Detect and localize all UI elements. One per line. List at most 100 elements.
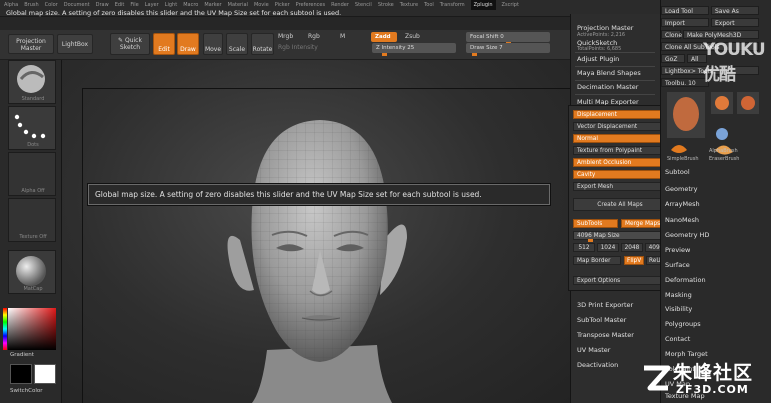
menu-masking[interactable]: Masking: [665, 291, 692, 299]
menu-stroke[interactable]: Stroke: [378, 0, 394, 10]
menu-surface[interactable]: Surface: [665, 261, 690, 269]
subtools-toggle[interactable]: SubTools: [573, 219, 618, 228]
material-selector[interactable]: MatCap: [8, 250, 56, 294]
plugin-transpose-master[interactable]: Transpose Master: [577, 331, 634, 339]
export-button[interactable]: Export: [711, 18, 759, 27]
flipv-toggle[interactable]: FlipV: [624, 256, 644, 265]
quick-sketch-button[interactable]: ✎ Quick Sketch: [110, 33, 150, 55]
hue-strip[interactable]: [3, 308, 7, 350]
zadd-toggle[interactable]: Zadd: [371, 32, 397, 42]
stroke-selector[interactable]: Dots: [8, 106, 56, 150]
create-all-maps-button[interactable]: Create All Maps: [573, 198, 667, 211]
vector-displacement-toggle[interactable]: Vector Displacement: [573, 122, 667, 131]
ambient-occlusion-toggle[interactable]: Ambient Occlusion: [573, 158, 667, 167]
divider: [575, 80, 655, 81]
draw-button[interactable]: Draw: [177, 33, 199, 55]
zsub-toggle[interactable]: Zsub: [405, 33, 420, 40]
menu-tool[interactable]: Tool: [424, 0, 434, 10]
map-border-slider[interactable]: Map Border: [573, 256, 621, 265]
divider: [575, 94, 655, 95]
alpha-selector[interactable]: Alpha Off: [8, 152, 56, 196]
size-1024-button[interactable]: 1024: [597, 243, 619, 252]
draw-size-label: Draw Size 7: [470, 45, 503, 51]
switch-color-button[interactable]: SwitchColor: [10, 388, 43, 394]
normal-toggle[interactable]: Normal: [573, 134, 667, 143]
menu-texture[interactable]: Texture: [400, 0, 418, 10]
divider: [575, 66, 655, 67]
menu-polygroups[interactable]: Polygroups: [665, 320, 701, 328]
quick-sketch-icon: ✎: [118, 37, 125, 44]
menu-contact[interactable]: Contact: [665, 335, 690, 343]
menu-geometry-hd[interactable]: Geometry HD: [665, 231, 709, 239]
menu-deformation[interactable]: Deformation: [665, 276, 706, 284]
make-polymesh3d-button[interactable]: Make PolyMesh3D: [683, 30, 759, 39]
secondary-color-swatch[interactable]: [34, 364, 56, 384]
export-options-button[interactable]: Export Options: [573, 276, 667, 285]
eraser-thumb-icon: [671, 145, 687, 153]
export-mesh-toggle[interactable]: Export Mesh: [573, 182, 667, 191]
size-2048-button[interactable]: 2048: [621, 243, 643, 252]
menu-transform[interactable]: Transform: [440, 0, 465, 10]
displacement-toggle[interactable]: Displacement: [573, 110, 667, 119]
load-tool-button[interactable]: Load Tool: [661, 6, 709, 15]
simplebrush-label: SimpleBrush: [667, 156, 699, 162]
divider: [575, 52, 655, 53]
rgb-toggle[interactable]: Rgb: [308, 33, 320, 40]
m-toggle[interactable]: M: [340, 33, 345, 40]
plugin-deactivation[interactable]: Deactivation: [577, 361, 618, 369]
projection-master-button[interactable]: Projection Master: [8, 34, 54, 54]
focal-shift-label: Focal Shift 0: [470, 34, 504, 40]
draw-size-slider[interactable]: Draw Size 7: [466, 43, 550, 56]
active-points-readout: ActivePoints: 2,216: [577, 32, 626, 38]
plugin-decimation-master[interactable]: Decimation Master: [577, 83, 638, 91]
menu-geometry[interactable]: Geometry: [665, 185, 697, 193]
brush-selector[interactable]: Standard: [8, 60, 56, 104]
tool-count-slider[interactable]: Toolbu. 10: [661, 78, 709, 87]
main-color-swatch[interactable]: [10, 364, 32, 384]
plugin-uv-master[interactable]: UV Master: [577, 346, 610, 354]
edit-button[interactable]: Edit: [153, 33, 175, 55]
save-as-button[interactable]: Save As: [711, 6, 759, 15]
move-button[interactable]: Move: [203, 33, 223, 55]
zf3d-text: 朱峰社区: [673, 362, 754, 384]
menu-stencil[interactable]: Stencil: [355, 0, 372, 10]
menu-preview[interactable]: Preview: [665, 246, 690, 254]
texture-from-polypaint-toggle[interactable]: Texture from Polypaint: [573, 146, 667, 155]
color-picker[interactable]: [8, 308, 56, 350]
plugin-adjust[interactable]: Adjust Plugin: [577, 55, 619, 63]
z-intensity-slider[interactable]: Z Intensity 25: [372, 43, 456, 56]
eraserbrush-label: EraserBrush: [709, 156, 740, 162]
focal-shift-slider[interactable]: Focal Shift 0: [466, 32, 550, 45]
rotate-button[interactable]: Rotate: [251, 33, 274, 55]
alpha-label: Alpha Off: [21, 188, 45, 194]
plugin-subtool-master[interactable]: SubTool Master: [577, 316, 626, 324]
mrgb-toggle[interactable]: Mrgb: [278, 33, 293, 40]
scale-button[interactable]: Scale: [226, 33, 248, 55]
clone-button[interactable]: Clone: [661, 30, 682, 39]
menu-nanomesh[interactable]: NanoMesh: [665, 216, 699, 224]
size-512-button[interactable]: 512: [573, 243, 595, 252]
canvas-viewport[interactable]: [62, 60, 570, 403]
plugin-maya-blend-shapes[interactable]: Maya Blend Shapes: [577, 69, 641, 77]
menu-zplugin[interactable]: Zplugin: [470, 0, 496, 10]
rgb-intensity-slider[interactable]: Rgb Intensity: [278, 44, 318, 51]
menu-subtool[interactable]: Subtool: [665, 168, 690, 176]
import-button[interactable]: Import: [661, 18, 709, 27]
plugin-3d-print-exporter[interactable]: 3D Print Exporter: [577, 301, 633, 309]
matcap-sphere-icon: [16, 256, 46, 286]
texture-selector[interactable]: Texture Off: [8, 198, 56, 242]
menu-visibility[interactable]: Visibility: [665, 305, 692, 313]
lightbox-button[interactable]: LightBox: [57, 34, 93, 54]
menu-zscript[interactable]: Zscript: [502, 0, 519, 10]
map-size-slider[interactable]: 4096 Map Size: [573, 231, 667, 242]
goz-button[interactable]: GoZ: [661, 54, 685, 63]
alphabrush-thumb-icon: [716, 128, 728, 140]
plugin-projection-master[interactable]: Projection Master: [577, 24, 633, 32]
standard-brush-icon: [17, 65, 45, 93]
map-size-label: 4096 Map Size: [577, 233, 620, 239]
stroke-label: Dots: [27, 142, 39, 148]
menu-morph-target[interactable]: Morph Target: [665, 350, 708, 358]
zf3d-logo-icon: [644, 365, 671, 391]
menu-arraymesh[interactable]: ArrayMesh: [665, 200, 700, 208]
cavity-toggle[interactable]: Cavity: [573, 170, 667, 179]
